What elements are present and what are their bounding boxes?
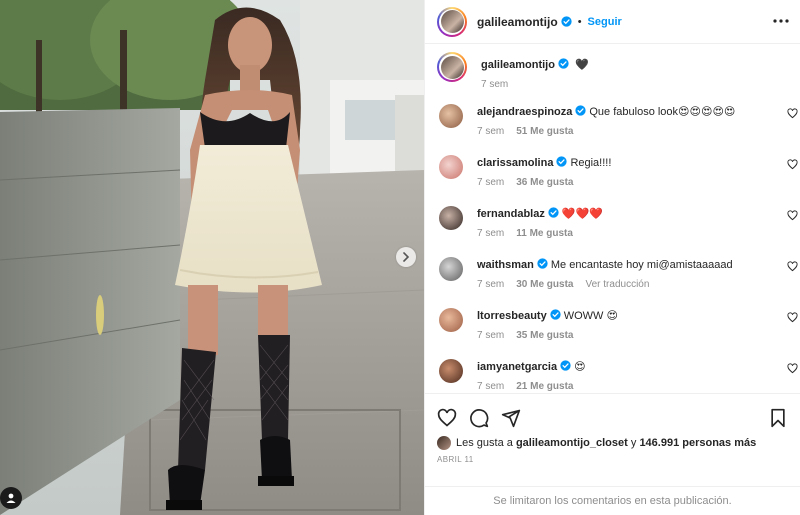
instagram-post-modal: galileamontijo • Seguir galileamontijo 🖤… bbox=[0, 0, 800, 515]
more-options-icon bbox=[773, 19, 789, 23]
comment-likes[interactable]: 21 Me gusta bbox=[516, 381, 573, 392]
caption-text: 🖤 bbox=[575, 59, 589, 71]
comment-item: ltorresbeauty WOWW 😍 7 sem 35 Me gusta bbox=[425, 302, 800, 353]
comments-limited-notice: Se limitaron los comentarios en esta pub… bbox=[425, 486, 800, 515]
likes-prefix: Les gusta a bbox=[456, 437, 513, 449]
heart-icon[interactable] bbox=[787, 363, 798, 374]
commenter-avatar[interactable] bbox=[439, 257, 463, 281]
bookmark-icon bbox=[771, 408, 785, 428]
author-avatar[interactable] bbox=[437, 6, 467, 37]
verified-badge-icon bbox=[537, 258, 548, 269]
comment-button[interactable] bbox=[469, 408, 489, 428]
post-caption: galileamontijo 🖤 7 sem bbox=[425, 44, 800, 98]
comments-list[interactable]: galileamontijo 🖤 7 sem alejandraespinoza… bbox=[425, 44, 800, 393]
liker-avatar[interactable] bbox=[437, 436, 451, 450]
verified-badge-icon bbox=[561, 16, 572, 27]
comment-text: Me encantaste hoy mi@amistaaaaad bbox=[550, 259, 733, 271]
comment-time[interactable]: 7 sem bbox=[477, 177, 504, 188]
post-side-panel: galileamontijo • Seguir galileamontijo 🖤… bbox=[424, 0, 800, 515]
comment-username[interactable]: waithsman bbox=[477, 259, 534, 271]
comment-item: alejandraespinoza Que fabuloso look😍😍😍😍😍 … bbox=[425, 98, 800, 149]
comment-time[interactable]: 7 sem bbox=[477, 228, 504, 239]
post-actions: Les gusta a galileamontijo_closet y 146.… bbox=[425, 393, 800, 486]
comment-time[interactable]: 7 sem bbox=[477, 381, 504, 392]
verified-badge-icon bbox=[575, 105, 587, 116]
share-icon bbox=[501, 409, 521, 428]
heart-icon[interactable] bbox=[787, 108, 798, 119]
comment-username[interactable]: alejandraespinoza bbox=[477, 106, 572, 118]
user-tag-icon bbox=[6, 493, 16, 503]
verified-badge-icon bbox=[548, 207, 559, 218]
likes-count[interactable]: 146.991 personas más bbox=[639, 437, 756, 449]
post-image bbox=[0, 0, 424, 515]
caption-time[interactable]: 7 sem bbox=[481, 79, 508, 90]
comment-icon bbox=[470, 409, 489, 428]
comment-time[interactable]: 7 sem bbox=[477, 126, 504, 137]
comment-text: ❤️❤️❤️ bbox=[561, 208, 603, 220]
comment-likes[interactable]: 11 Me gusta bbox=[516, 228, 573, 239]
post-date[interactable]: Abril 11 bbox=[425, 450, 800, 464]
likes-and: y bbox=[630, 437, 637, 449]
verified-badge-icon bbox=[558, 58, 569, 69]
comment-username[interactable]: fernandablaz bbox=[477, 208, 545, 220]
verified-badge-icon bbox=[556, 156, 568, 167]
comment-text: Que fabuloso look😍😍😍😍😍 bbox=[589, 106, 736, 118]
heart-icon[interactable] bbox=[787, 312, 798, 323]
comment-text: 😍 bbox=[574, 361, 586, 373]
comment-likes[interactable]: 36 Me gusta bbox=[516, 177, 573, 188]
chevron-right-icon bbox=[403, 252, 410, 262]
comment-username[interactable]: iamyanetgarcia bbox=[477, 361, 557, 373]
comment-time[interactable]: 7 sem bbox=[477, 330, 504, 341]
heart-icon[interactable] bbox=[787, 159, 798, 170]
post-header: galileamontijo • Seguir bbox=[425, 0, 800, 44]
commenter-avatar[interactable] bbox=[439, 308, 463, 332]
likes-summary[interactable]: Les gusta a galileamontijo_closet y 146.… bbox=[425, 432, 800, 450]
comment-username[interactable]: clarissamolina bbox=[477, 157, 553, 169]
heart-icon[interactable] bbox=[787, 261, 798, 272]
follow-button[interactable]: Seguir bbox=[588, 16, 622, 28]
comment-item: clarissamolina Regia!!!! 7 sem 36 Me gusta bbox=[425, 149, 800, 200]
comment-time[interactable]: 7 sem bbox=[477, 279, 504, 290]
caption-username[interactable]: galileamontijo bbox=[481, 59, 555, 71]
author-username[interactable]: galileamontijo bbox=[477, 15, 558, 29]
commenter-avatar[interactable] bbox=[439, 155, 463, 179]
comment-item: waithsman Me encantaste hoy mi@amistaaaaa… bbox=[425, 251, 800, 302]
commenter-avatar[interactable] bbox=[439, 104, 463, 128]
comment-item: fernandablaz ❤️❤️❤️ 7 sem 11 Me gusta bbox=[425, 200, 800, 251]
comment-username[interactable]: ltorresbeauty bbox=[477, 310, 547, 322]
verified-badge-icon bbox=[560, 360, 571, 371]
liker-username[interactable]: galileamontijo_closet bbox=[516, 437, 628, 449]
verified-badge-icon bbox=[550, 309, 561, 320]
next-photo-button[interactable] bbox=[396, 247, 416, 267]
commenter-avatar[interactable] bbox=[439, 206, 463, 230]
post-photo[interactable] bbox=[0, 0, 424, 515]
comment-likes[interactable]: 51 Me gusta bbox=[516, 126, 573, 137]
comment-item: iamyanetgarcia 😍 7 sem 21 Me gusta bbox=[425, 353, 800, 393]
heart-icon[interactable] bbox=[787, 210, 798, 221]
separator-dot: • bbox=[577, 15, 582, 28]
comment-text: Regia!!!! bbox=[570, 157, 612, 169]
like-button[interactable] bbox=[437, 408, 457, 428]
comment-likes[interactable]: 30 Me gusta bbox=[516, 279, 573, 290]
save-button[interactable] bbox=[768, 408, 788, 428]
share-button[interactable] bbox=[501, 408, 521, 428]
commenter-avatar[interactable] bbox=[439, 359, 463, 383]
more-options-button[interactable] bbox=[772, 12, 790, 30]
comment-likes[interactable]: 35 Me gusta bbox=[516, 330, 573, 341]
heart-icon bbox=[437, 408, 457, 427]
comment-text: WOWW 😍 bbox=[563, 310, 618, 322]
user-tag-button[interactable] bbox=[0, 487, 22, 509]
see-translation-link[interactable]: Ver traducción bbox=[585, 279, 649, 290]
caption-avatar[interactable] bbox=[437, 52, 467, 82]
